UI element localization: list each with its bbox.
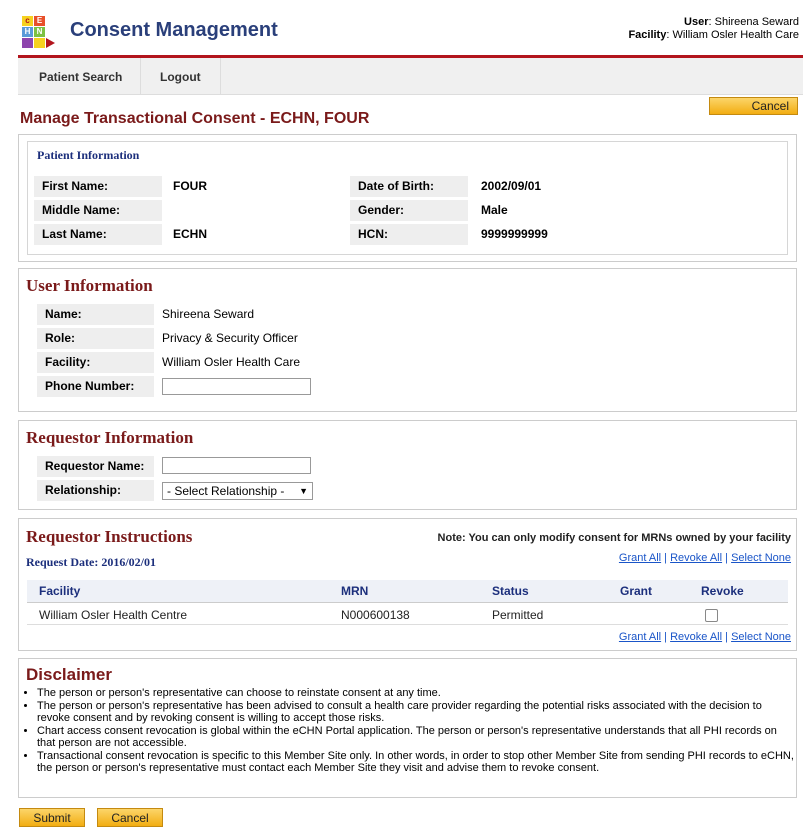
revoke-all-link[interactable]: Revoke All [670,631,722,643]
col-mrn: MRN [341,584,369,598]
link-separator: | [725,631,728,643]
patient-info-title: Patient Information [37,148,140,162]
middle-name-label: Middle Name: [34,200,162,221]
disclaimer-item: Chart access consent revocation is globa… [37,725,797,750]
request-date: Request Date: 2016/02/01 [26,555,156,570]
nav-patient-search[interactable]: Patient Search [39,70,122,84]
revoke-all-link[interactable]: Revoke All [670,552,722,564]
last-name-value: ECHN [173,227,208,241]
requestor-name-input[interactable] [162,457,311,474]
revoke-checkbox[interactable] [705,609,718,622]
facility-name: William Osler Health Care [672,29,799,41]
hcn-label: HCN: [350,224,468,245]
user-label: User [684,16,709,28]
col-revoke: Revoke [701,584,744,598]
requestor-name-label: Requestor Name: [37,456,154,477]
nav-logout[interactable]: Logout [160,70,201,84]
app-title: Consent Management [70,19,278,41]
first-name-value: FOUR [173,179,207,193]
user-facility-value: William Osler Health Care [162,355,301,369]
phone-number-input[interactable] [162,378,311,395]
last-name-label: Last Name: [34,224,162,245]
logo-block [22,38,33,48]
select-none-link[interactable]: Select None [731,631,791,643]
user-name: Shireena Seward [714,16,799,28]
role-label: Role: [37,328,154,349]
disclaimer-item: Transactional consent revocation is spec… [37,750,797,775]
table-header: Facility MRN Status Grant Revoke [27,580,788,603]
row-facility: William Osler Health Centre [39,608,188,622]
gender-label: Gender: [350,200,468,221]
requestor-info-title: Requestor Information [26,428,194,447]
relationship-select[interactable]: - Select Relationship - ▼ [162,482,313,500]
nav-divider [140,58,141,94]
first-name-label: First Name: [34,176,162,197]
hcn-value: 9999999999 [481,227,548,241]
row-divider [27,624,788,625]
disclaimer-panel: Disclaimer The person or person's repres… [18,658,797,798]
col-status: Status [492,584,529,598]
disclaimer-item: The person or person's representative ha… [37,700,797,725]
logo-arrow [46,38,55,48]
patient-info-panel: Patient Information First Name: FOUR Dat… [18,134,797,262]
link-separator: | [664,631,668,643]
request-date-label: Request Date: [26,555,99,569]
row-status: Permitted [492,608,544,622]
submit-button[interactable]: Submit [19,808,85,827]
facility-note: Note: You can only modify consent for MR… [437,532,791,544]
phone-label: Phone Number: [37,376,154,397]
nav-divider [220,58,221,94]
app-header: c E H N Consent Management User: Shireen… [0,0,803,58]
patient-info-box: Patient Information First Name: FOUR Dat… [27,141,788,255]
bulk-links-bottom: Grant All | Revoke All | Select None [619,631,791,643]
disclaimer-title: Disclaimer [26,665,112,684]
request-date-value: 2016/02/01 [101,555,156,569]
link-separator: | [725,552,728,564]
role-value: Privacy & Security Officer [162,331,298,345]
logo-letter: H [22,27,33,37]
user-info-panel: User Information Name: Shireena Seward R… [18,268,797,412]
disclaimer-list: The person or person's representative ca… [23,687,797,775]
dob-label: Date of Birth: [350,176,468,197]
select-none-link[interactable]: Select None [731,552,791,564]
user-info-title: User Information [26,276,153,295]
relationship-selected-value: - Select Relationship - [167,484,285,498]
cancel-top-button[interactable]: Cancel [709,97,798,115]
link-separator: | [664,552,668,564]
col-grant: Grant [620,584,653,598]
logo-letter: N [34,27,45,37]
page-title: Manage Transactional Consent - ECHN, FOU… [20,110,370,127]
user-name-label: Name: [37,304,154,325]
logo-letter: c [22,16,33,26]
user-facility-label: Facility: [37,352,154,373]
row-mrn: N000600138 [341,608,410,622]
col-facility: Facility [39,584,81,598]
cancel-bottom-button[interactable]: Cancel [97,808,163,827]
top-nav: Patient Search Logout [18,58,803,95]
grant-all-link[interactable]: Grant All [619,631,661,643]
user-name-value: Shireena Seward [162,307,255,321]
consent-table: Facility MRN Status Grant Revoke William… [27,580,788,626]
disclaimer-item: The person or person's representative ca… [37,687,797,700]
logo-block [34,38,45,48]
requestor-info-panel: Requestor Information Requestor Name: Re… [18,420,797,510]
requestor-instructions-panel: Requestor Instructions Note: You can onl… [18,518,797,651]
chevron-down-icon: ▼ [299,486,308,496]
logo-letter: E [34,16,45,26]
dob-value: 2002/09/01 [481,179,542,193]
facility-label: Facility [628,29,667,41]
relationship-label: Relationship: [37,480,154,501]
grant-all-link[interactable]: Grant All [619,552,661,564]
echn-logo-icon: c E H N [22,16,58,48]
user-facility-info: User: Shireena Seward Facility: William … [628,16,799,41]
requestor-instructions-title: Requestor Instructions [26,527,193,546]
gender-value: Male [481,203,508,217]
bulk-links-top: Grant All | Revoke All | Select None [619,552,791,564]
